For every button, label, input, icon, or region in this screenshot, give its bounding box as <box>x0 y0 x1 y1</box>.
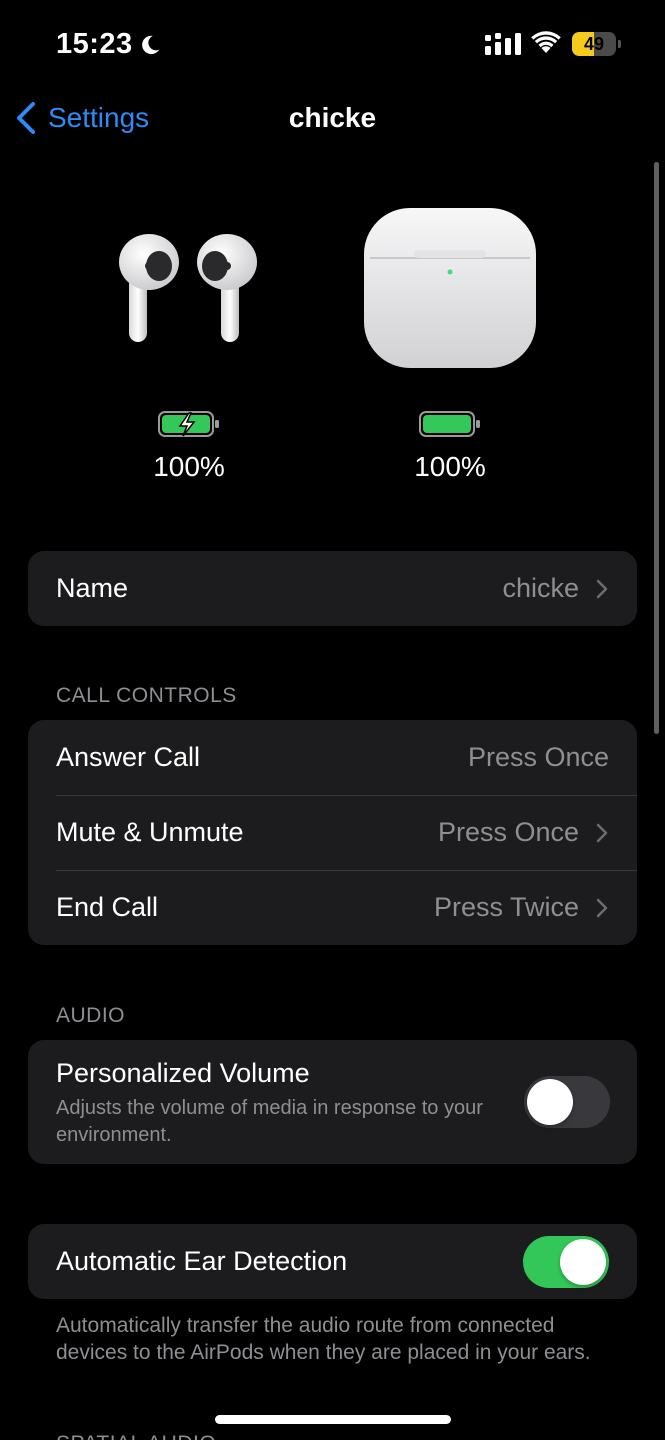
airpods-case-image <box>364 208 536 368</box>
moon-icon <box>141 35 159 54</box>
spatial-audio-header: SPATIAL AUDIO <box>56 1432 216 1440</box>
personalized-volume-description: Adjusts the volume of media in response … <box>56 1097 483 1146</box>
toggle-knob <box>527 1079 573 1125</box>
scroll-indicator <box>654 162 659 734</box>
wifi-icon <box>531 31 561 53</box>
status-bar: 15:23 49 <box>0 0 665 90</box>
case-battery: 100% <box>370 410 530 483</box>
mute-unmute-value: Press Once <box>437 817 579 847</box>
case-battery-percent: 100% <box>414 451 486 482</box>
name-value: chicke <box>502 573 579 603</box>
ear-detection-row: Automatic Ear Detection <box>28 1224 637 1299</box>
mute-unmute-label: Mute & Unmute <box>56 817 244 847</box>
toggle-knob <box>560 1238 606 1285</box>
name-group: Name chicke <box>28 551 637 626</box>
personalized-volume-toggle[interactable] <box>524 1076 610 1128</box>
end-call-label: End Call <box>56 892 159 922</box>
chevron-right-icon <box>596 579 608 598</box>
page-title: chicke <box>288 102 377 133</box>
battery-cap <box>618 40 621 48</box>
name-value-wrap: chicke <box>502 573 609 604</box>
audio-group: Personalized Volume Adjusts the volume o… <box>28 1040 637 1164</box>
airpods-buds-image <box>119 234 257 342</box>
mute-unmute-row[interactable]: Mute & Unmute Press Once <box>28 795 637 870</box>
battery-icon: 49 <box>572 32 622 56</box>
answer-call-label: Answer Call <box>56 742 201 772</box>
mute-unmute-value-wrap: Press Once <box>438 817 609 848</box>
call-controls-group: Answer Call Press Once Mute & Unmute Pre… <box>28 720 637 945</box>
end-call-value: Press Twice <box>433 892 579 922</box>
battery-full-icon <box>419 411 480 437</box>
chevron-right-icon <box>596 898 608 917</box>
cellular-signal-icon <box>485 33 521 55</box>
battery-body: 49 <box>572 32 616 56</box>
answer-call-value-wrap: Press Once <box>468 742 609 773</box>
end-call-value-wrap: Press Twice <box>434 892 609 923</box>
home-indicator[interactable] <box>215 1415 451 1424</box>
name-label: Name <box>56 573 129 603</box>
chevron-right-icon <box>596 823 608 842</box>
battery-charging-icon <box>158 411 219 437</box>
status-time-text: 15:23 <box>56 28 133 60</box>
call-controls-header: CALL CONTROLS <box>56 684 237 707</box>
personalized-volume-label: Personalized Volume <box>56 1058 310 1088</box>
answer-call-row[interactable]: Answer Call Press Once <box>28 720 637 795</box>
end-call-row[interactable]: End Call Press Twice <box>28 870 637 945</box>
ear-detection-group: Automatic Ear Detection <box>28 1224 637 1299</box>
audio-header: AUDIO <box>56 1004 126 1027</box>
ear-detection-toggle[interactable] <box>523 1235 609 1288</box>
buds-battery: 100% <box>109 410 269 483</box>
battery-level-text: 49 <box>583 34 605 54</box>
name-row[interactable]: Name chicke <box>28 551 637 626</box>
status-time: 15:23 <box>56 28 161 61</box>
personalized-volume-text: Personalized Volume Adjusts the volume o… <box>56 1057 496 1149</box>
ear-detection-note: Automatically transfer the audio route f… <box>56 1314 591 1364</box>
ear-detection-label: Automatic Ear Detection <box>56 1246 348 1276</box>
answer-call-value: Press Once <box>467 742 609 772</box>
buds-battery-percent: 100% <box>153 451 225 482</box>
